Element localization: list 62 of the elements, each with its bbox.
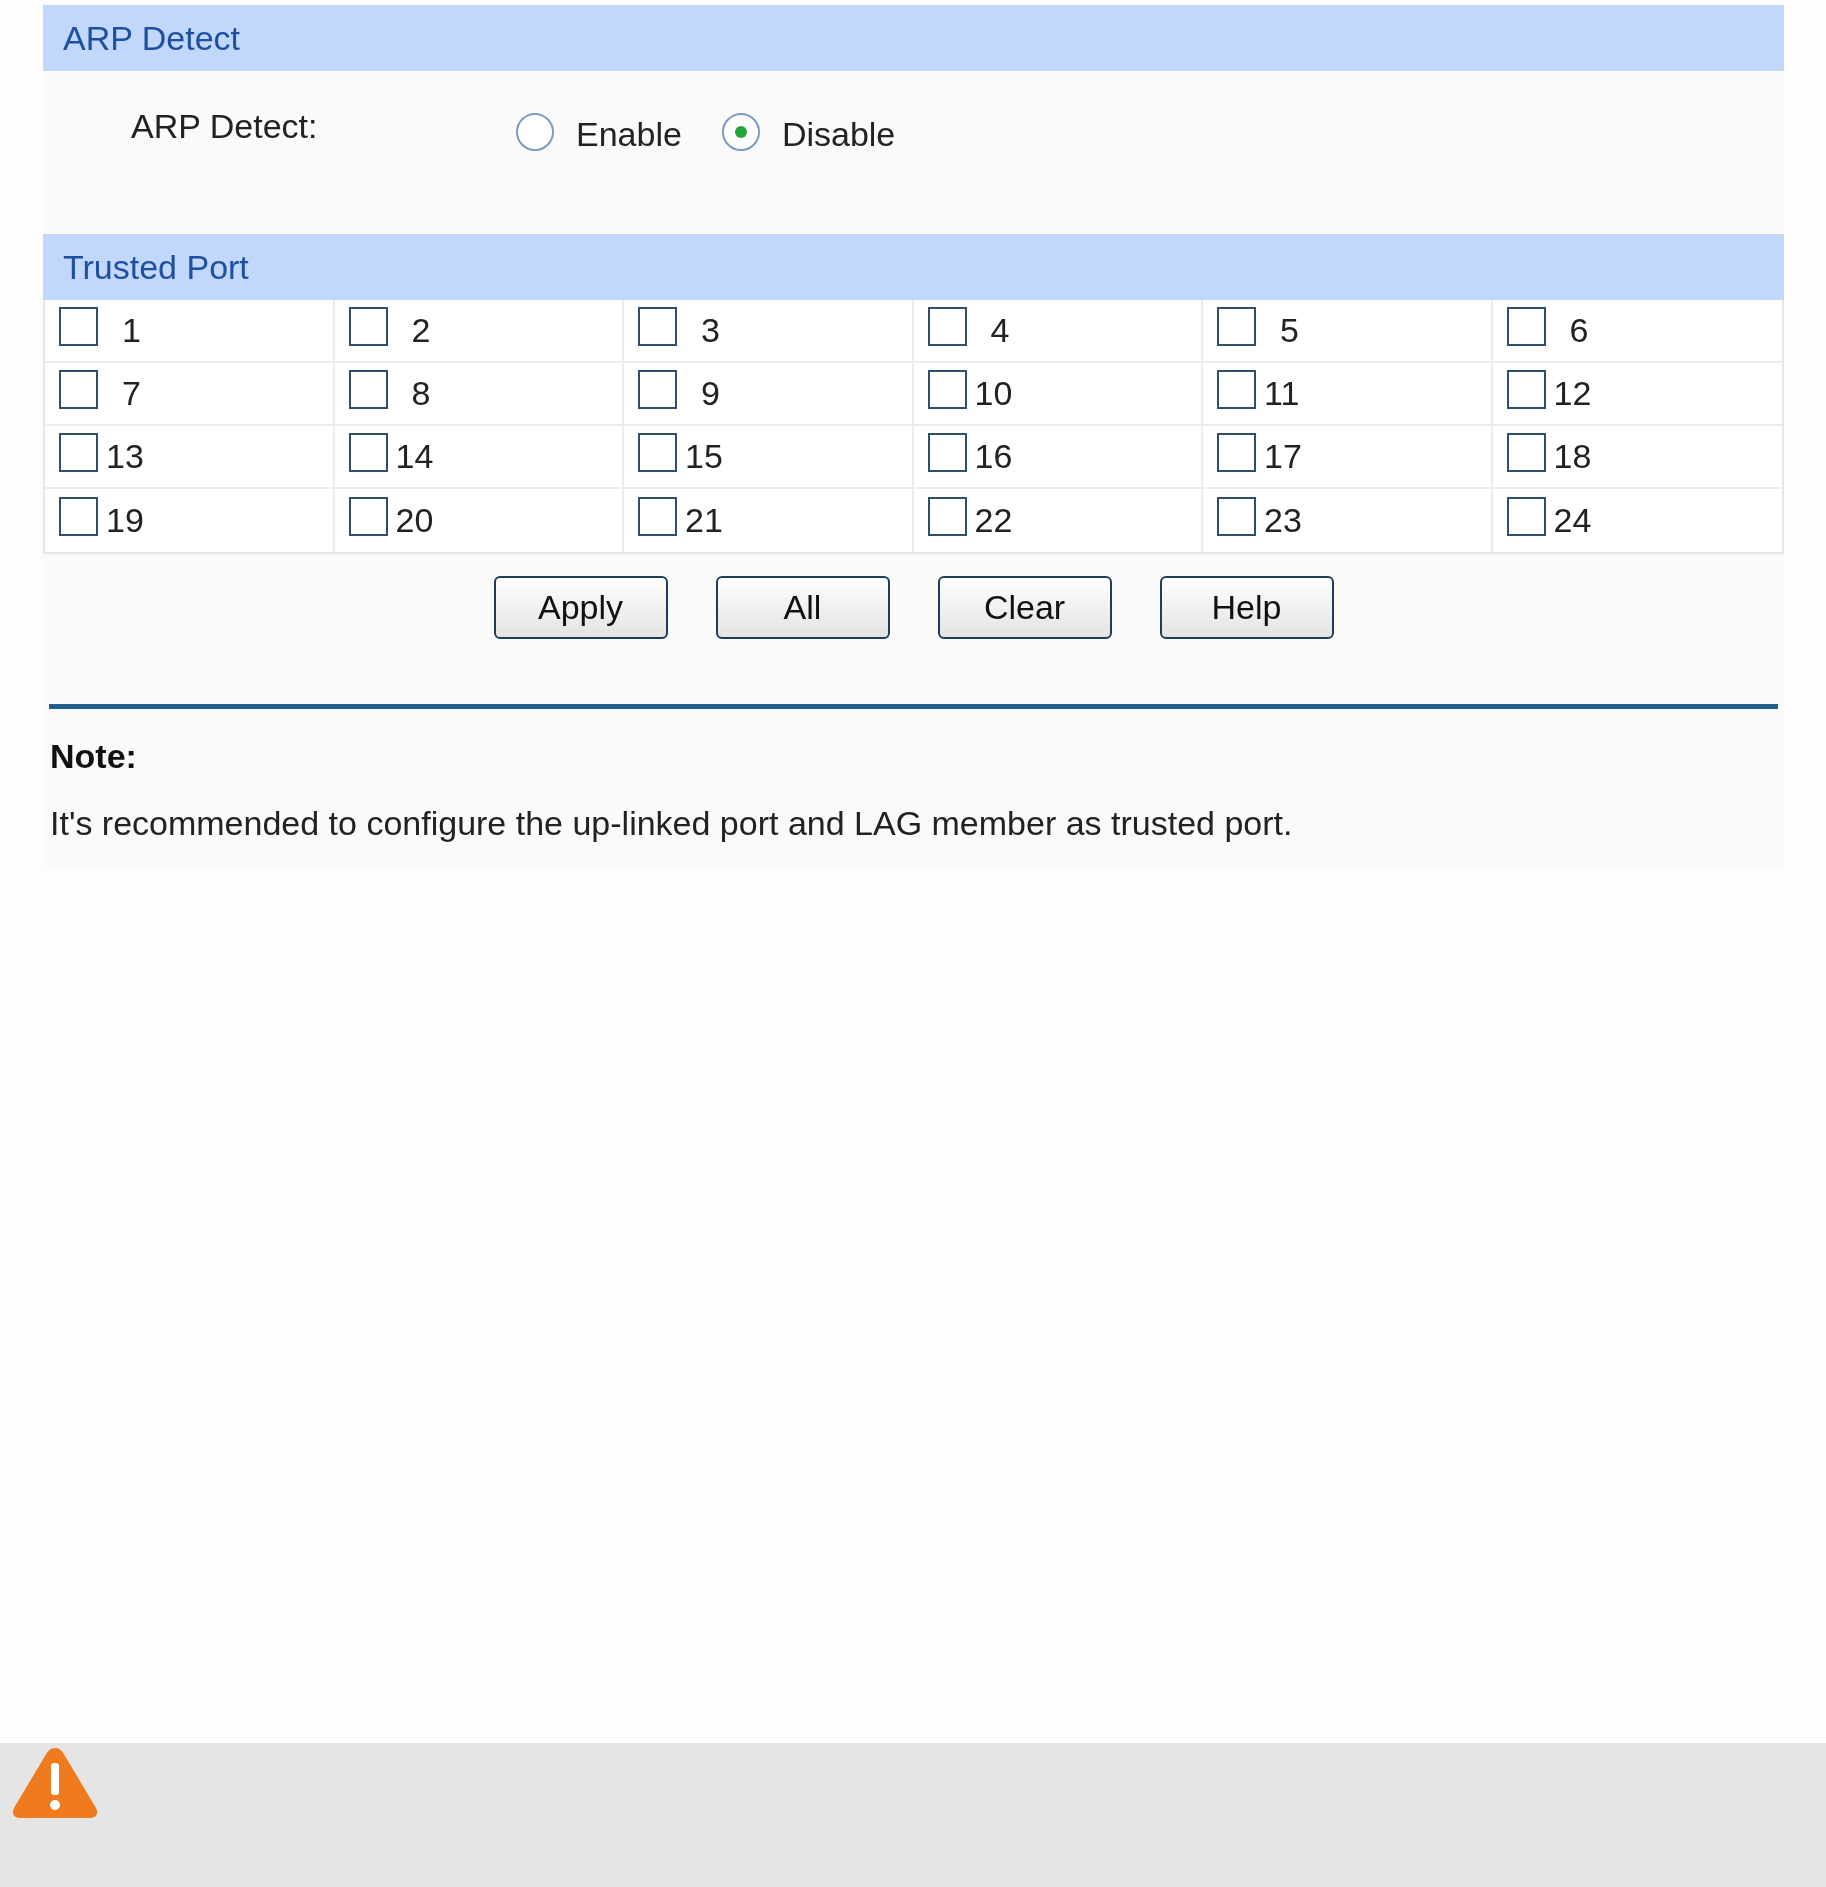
port-number: 20 [395,500,434,541]
radio-button[interactable] [516,112,554,151]
port-number: 22 [974,500,1013,541]
port-number: 5 [1280,310,1299,351]
checkbox[interactable] [59,370,98,409]
checkbox[interactable] [1506,433,1546,472]
port-number: 6 [1569,310,1589,351]
checkbox[interactable] [927,307,967,346]
port-number: 14 [395,436,434,477]
checkbox[interactable] [1506,497,1546,536]
checkbox[interactable] [348,370,388,409]
action-button[interactable]: All [715,576,890,639]
port-number: 8 [411,373,431,414]
checkbox[interactable] [59,497,98,536]
port-number: 17 [1264,436,1302,477]
radio-label: Disable [781,114,896,155]
port-number: 4 [990,310,1010,351]
checkbox[interactable] [59,433,98,472]
action-button[interactable]: Clear [937,576,1112,639]
checkbox[interactable] [348,307,388,346]
checkbox[interactable] [927,433,967,472]
checkbox[interactable] [59,307,98,346]
radio-button[interactable] [721,112,760,151]
checkbox[interactable] [638,497,677,536]
checkbox[interactable] [1506,370,1546,409]
checkbox[interactable] [1506,307,1546,346]
radio-label: Enable [576,114,682,155]
field-label: ARP Detect: [131,106,319,147]
note-text: It's recommended to configure the up-linked port and LAG member as trusted port. [50,803,1294,844]
checkbox[interactable] [1217,370,1256,409]
warning-icon [10,1745,100,1821]
port-number: 10 [974,373,1013,414]
checkbox[interactable] [638,370,677,409]
port-number: 7 [122,373,141,414]
port-number: 18 [1553,436,1592,477]
checkbox[interactable] [348,497,388,536]
port-number: 24 [1553,500,1592,541]
checkbox[interactable] [1217,433,1256,472]
port-number: 19 [106,500,144,541]
port-number: 9 [701,373,720,414]
checkbox[interactable] [927,497,967,536]
note-title: Note: [50,736,138,777]
section-title: ARP Detect [63,17,240,59]
checkbox[interactable] [348,433,388,472]
port-number: 13 [106,436,144,477]
port-number: 21 [685,500,723,541]
action-button[interactable]: Apply [493,576,668,639]
port-number: 3 [701,310,720,351]
checkbox[interactable] [638,433,677,472]
section-title: Trusted Port [63,246,249,288]
checkbox[interactable] [638,307,677,346]
checkbox[interactable] [1217,307,1256,346]
port-number: 2 [411,310,431,351]
action-button[interactable]: Help [1159,576,1334,639]
port-number: 15 [685,436,723,477]
port-number: 16 [974,436,1013,477]
port-number: 11 [1264,373,1300,414]
port-number: 12 [1553,373,1592,414]
port-number: 23 [1264,500,1302,541]
checkbox[interactable] [927,370,967,409]
port-number: 1 [122,310,141,351]
checkbox[interactable] [1217,497,1256,536]
